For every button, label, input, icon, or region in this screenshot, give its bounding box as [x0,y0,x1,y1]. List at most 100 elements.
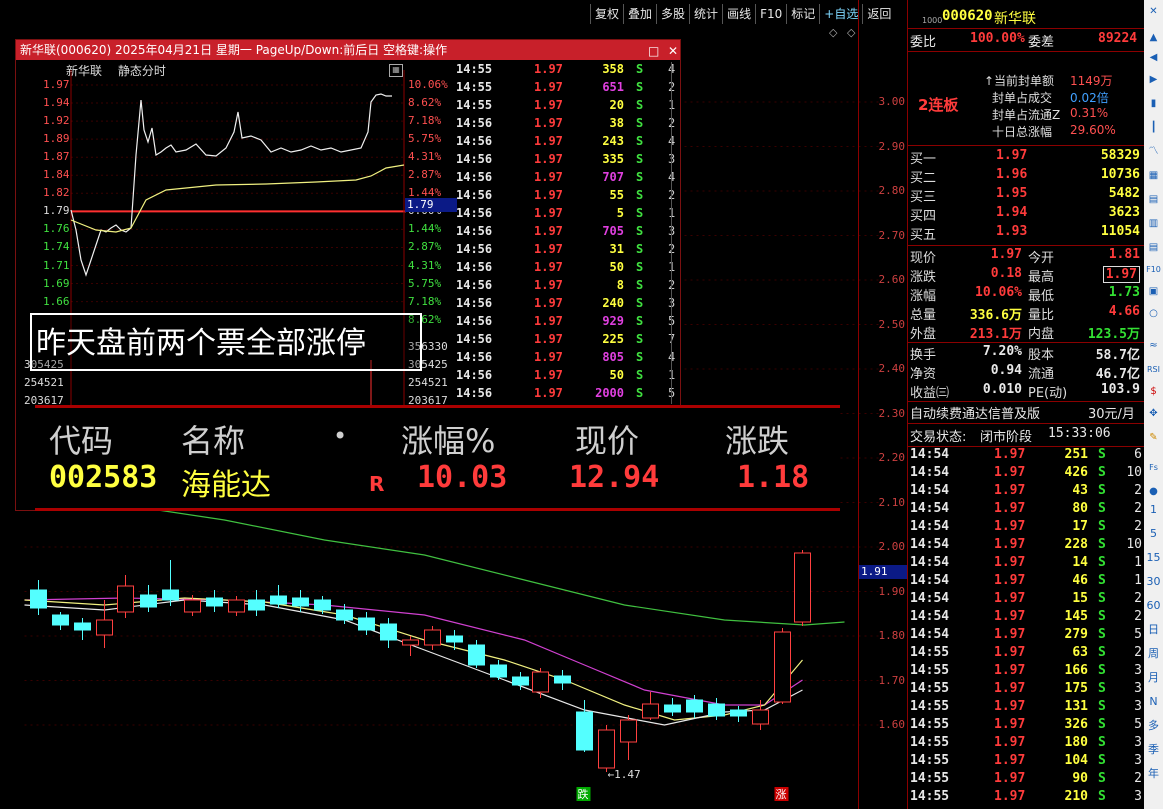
intraday-pct-label: 2.87% [408,240,442,254]
period-item[interactable]: 5 [1146,526,1161,541]
popup-title-bar[interactable]: 新华联(000620) 2025年04月21日 星期一 PageUp/Down:… [16,40,680,60]
tick-row: 14:561.97805S4 [456,350,675,364]
toolbar-item[interactable]: +自选 [819,4,862,24]
grid-icon[interactable]: ▦ [1146,168,1161,183]
header-code: 代码 [49,422,114,460]
tick-row: 14:54 1.97 426 S 10 [910,465,1142,480]
tick-row: 14:551.97358S4 [456,62,675,76]
collapse-icon[interactable]: ◇ [847,26,855,39]
tick-row: 14:55 1.97 210 S 3 [910,789,1142,804]
period-item[interactable]: 月 [1146,670,1161,685]
candle-body [314,599,331,611]
ad-row[interactable]: 自动续费通达信普及版 30元/月 [908,403,1144,422]
price-axis-label: 1.60 [878,718,906,731]
candle-body [184,599,201,613]
toolbar-item[interactable]: 多股 [656,4,689,24]
circle-icon[interactable]: ○ [1146,306,1161,321]
s-icon[interactable]: $ [1146,384,1161,399]
candle-body [752,709,769,725]
arrow-up-icon[interactable]: ▲ [1146,30,1161,45]
close-icon[interactable]: ✕ [1146,4,1161,19]
line-chart-icon[interactable]: 〽 [1146,144,1161,159]
header-name: 名称 [181,422,246,460]
intraday-pct-label: 10.06% [408,78,448,91]
table-icon[interactable]: ▥ [1146,216,1161,231]
stock-title: 1000 000620 新华联 [922,8,1036,27]
maximize-icon[interactable]: □ [644,41,659,61]
tick-row: 14:55 1.97 104 S 3 [910,753,1142,768]
price-axis-label: 2.70 [878,228,906,242]
period-item[interactable]: N [1146,694,1161,709]
tick-row: 14:55 1.97 166 S 3 [910,663,1142,678]
arrow-right-icon[interactable]: ▶ [1146,72,1161,87]
candle-body [468,644,485,666]
bullet-icon[interactable]: ● [1146,484,1161,499]
period-item[interactable]: 日 [1146,622,1161,637]
period-item[interactable]: 年 [1146,766,1161,781]
period-item[interactable]: 15 [1146,550,1161,565]
volume-label: 254521 [408,376,448,389]
close-icon[interactable]: ✕ [664,41,678,61]
period-item[interactable]: 周 [1146,646,1161,661]
arrow-left-icon[interactable]: ◀ [1146,50,1161,65]
current-price-tag: 1.91 [859,565,909,579]
candle-body [117,585,134,613]
side-toolbar: ✕ ▲ ◀ ▶ ▮ ┃ 〽 ▦ ▤ ▥ ▤ F10 ▣ ○ ≈ RSI $ ✥ … [1144,0,1163,809]
candle-icon[interactable]: ┃ [1146,120,1161,135]
fs-icon[interactable]: Fs [1146,460,1161,475]
tick-row: 14:55 1.97 90 S 2 [910,771,1142,786]
period-item[interactable]: 30 [1146,574,1161,589]
move-icon[interactable]: ✥ [1146,406,1161,421]
bid-row[interactable]: 买一 1.97 58329 [908,148,1144,167]
bid-row[interactable]: 买五 1.93 11054 [908,224,1144,243]
price-axis-label: 2.60 [878,273,906,286]
intraday-pct-label: 1.44% [408,222,442,236]
bid-row[interactable]: 买二 1.96 10736 [908,167,1144,186]
stock-row-overlay[interactable]: 代码 名称 • 涨幅% 现价 涨跌 002583 海能达 R 10.03 12.… [35,405,840,511]
toolbar-item[interactable]: F10 [755,4,786,24]
period-item[interactable]: 季 [1146,742,1161,757]
intraday-price-tag: 1.79 [405,198,457,212]
bar-chart-icon[interactable]: ▮ [1146,96,1161,111]
diamond-icon[interactable]: ◇ [829,26,837,39]
bid-book[interactable]: 买一 1.97 58329 买二 1.96 10736 买三 1.95 5482 买四 1.94 36… [908,148,1144,244]
period-item[interactable]: 多 [1146,718,1161,733]
rsi-icon[interactable]: RSI [1146,362,1161,377]
layout-icon[interactable]: ▤ [1146,192,1161,207]
tick-list[interactable]: 14:54 1.97 251 S 6 14:54 1.97 426 S 10 14:54 1.97 43… [908,447,1144,809]
stock-flag: R [369,472,385,496]
toolbar-item[interactable]: 统计 [689,4,722,24]
period-item[interactable]: 60 [1146,598,1161,613]
bid-row[interactable]: 买四 1.94 3623 [908,205,1144,224]
toolbar-item[interactable]: 叠加 [623,4,656,24]
document-icon[interactable]: ▣ [1146,284,1161,299]
tick-row: 14:54 1.97 80 S 2 [910,501,1142,516]
stock-pct: 10.03 [417,460,508,495]
toolbar-item[interactable]: 画线 [722,4,755,24]
tick-row: 14:561.97225S7 [456,332,675,346]
f10-icon[interactable]: F10 [1146,262,1161,277]
list-icon[interactable]: ▤ [1146,240,1161,255]
period-item[interactable]: 1 [1146,502,1161,517]
tick-row: 14:561.978S2 [456,278,675,292]
tick-row: 14:54 1.97 46 S 1 [910,573,1142,588]
toolbar-item[interactable]: 复权 [590,4,623,24]
quote-row: 外盘 213.1万 内盘 123.5万 [910,327,1140,342]
trade-status: 交易状态: 闭市阶段 15:33:06 [910,426,1111,445]
bid-row[interactable]: 买三 1.95 5482 [908,186,1144,205]
top-toolbar: 复权 叠加 多股 统计 画线 F10 标记 +自选 返回 [590,4,895,24]
scrollbar[interactable] [671,62,672,404]
price-axis-label: 1.70 [878,673,906,687]
pencil-icon[interactable]: ✎ [1146,430,1161,445]
wave-icon[interactable]: ≈ [1146,338,1161,353]
toolbar-item[interactable]: 标记 [786,4,819,24]
tick-row: 14:561.97929S5 [456,314,675,328]
fundamental-row: 换手 7.20% 股本 58.7亿 [910,344,1140,363]
streak-badge: 2连板 [918,96,959,114]
header-price: 现价 [575,422,640,460]
intraday-price-label: 1.84 [43,168,70,182]
tick-row: 14:561.9750S1 [456,368,675,382]
volume-label: 254521 [24,376,64,389]
intraday-pct-label: 7.18% [408,294,442,308]
candle-body [74,622,91,631]
